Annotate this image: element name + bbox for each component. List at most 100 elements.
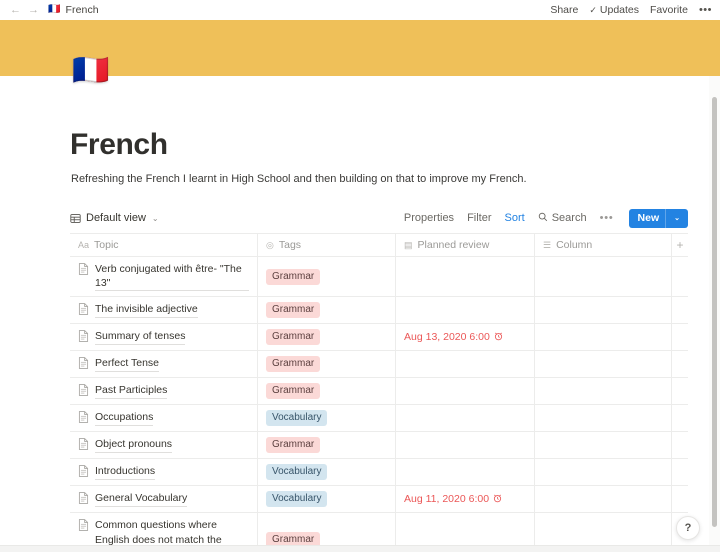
cell-tags[interactable]: Grammar [258,432,396,459]
table-row[interactable]: Perfect Tense Grammar [70,351,688,379]
cell-topic[interactable]: Summary of tenses [70,324,258,351]
breadcrumb[interactable]: French [65,4,98,16]
cell-column[interactable] [535,459,672,486]
cell-planned-review[interactable]: Aug 11, 2020 6:00 [396,486,535,513]
cell-topic[interactable]: Occupations [70,405,258,432]
page-title[interactable]: French [70,128,168,162]
new-button-label: New [637,212,660,224]
column-header-topic[interactable]: Aa Topic [70,234,258,256]
topic-title[interactable]: Summary of tenses [95,329,186,345]
new-button-chevron-icon[interactable]: ⌄ [672,214,685,222]
cell-column[interactable] [535,324,672,351]
vertical-scrollbar-thumb[interactable] [712,97,717,527]
topic-title[interactable]: Introductions [95,464,156,480]
table-body: Verb conjugated with être- "The 13" Gramm… [70,257,688,552]
cell-topic[interactable]: Introductions [70,459,258,486]
table-row[interactable]: Summary of tenses Grammar Aug 13, 2020 6:0… [70,324,688,352]
tag-badge[interactable]: Grammar [266,356,321,373]
tag-badge[interactable]: Vocabulary [266,464,328,481]
cell-planned-review[interactable] [396,459,535,486]
cell-planned-review[interactable] [396,432,535,459]
table-row[interactable]: The invisible adjective Grammar [70,297,688,325]
top-bar: ← → 🇫🇷 French Share ✓ Updates Favorite •… [0,0,720,20]
topic-title[interactable]: Verb conjugated with être- "The 13" [95,262,249,292]
tag-badge[interactable]: Vocabulary [266,410,328,427]
cell-tags[interactable]: Vocabulary [258,459,396,486]
cell-row-end [672,324,688,350]
grid-icon [70,213,81,224]
cell-column[interactable] [535,378,672,405]
cell-topic[interactable]: The invisible adjective [70,297,258,324]
table-row[interactable]: Introductions Vocabulary [70,459,688,487]
cell-topic[interactable]: Past Participles [70,378,258,405]
add-column-button[interactable]: + [672,234,688,256]
page-subtitle[interactable]: Refreshing the French I learnt in High S… [71,172,631,188]
cell-tags[interactable]: Grammar [258,324,396,351]
database-table: Aa Topic ◎ Tags ▤ Planned review ☰ Colum… [70,233,688,552]
cell-topic[interactable]: Verb conjugated with être- "The 13" [70,257,258,297]
table-row[interactable]: Verb conjugated with être- "The 13" Gramm… [70,257,688,298]
tag-badge[interactable]: Grammar [266,437,321,454]
help-button[interactable]: ? [676,516,700,540]
column-header-tags[interactable]: ◎ Tags [258,234,396,256]
cell-topic[interactable]: Object pronouns [70,432,258,459]
cell-planned-review[interactable] [396,257,535,297]
tag-badge[interactable]: Grammar [266,268,321,285]
favorite-button[interactable]: Favorite [650,4,688,16]
cell-tags[interactable]: Vocabulary [258,405,396,432]
updates-button[interactable]: ✓ Updates [589,4,639,16]
tag-badge[interactable]: Grammar [266,302,321,319]
table-row[interactable]: Occupations Vocabulary [70,405,688,433]
page-document-icon [78,519,89,534]
cell-tags[interactable]: Grammar [258,257,396,297]
tag-badge[interactable]: Vocabulary [266,491,328,508]
page-icon[interactable]: 🇫🇷 [72,56,109,86]
column-header-column[interactable]: ☰ Column [535,234,672,256]
cell-planned-review[interactable] [396,405,535,432]
cell-column[interactable] [535,297,672,324]
search-label: Search [551,212,587,224]
cell-column[interactable] [535,432,672,459]
tag-badge[interactable]: Grammar [266,329,321,346]
back-arrow-icon[interactable]: ← [10,4,21,16]
table-row[interactable]: Past Participles Grammar [70,378,688,406]
toolbar-more-icon[interactable]: ••• [600,212,614,224]
topic-title[interactable]: Occupations [95,410,154,426]
sort-button[interactable]: Sort [505,212,525,224]
planned-review-value[interactable]: Aug 13, 2020 6:00 [404,331,503,343]
topic-title[interactable]: Past Participles [95,383,168,399]
cell-column[interactable] [535,257,672,297]
properties-button[interactable]: Properties [404,212,454,224]
table-row[interactable]: General Vocabulary Vocabulary Aug 11, 2020… [70,486,688,514]
cell-planned-review[interactable] [396,297,535,324]
cell-planned-review[interactable] [396,378,535,405]
cell-column[interactable] [535,405,672,432]
cell-tags[interactable]: Grammar [258,351,396,378]
cell-topic[interactable]: General Vocabulary [70,486,258,513]
search-button[interactable]: Search [538,212,587,225]
column-header-planned-review[interactable]: ▤ Planned review [396,234,535,256]
topic-title[interactable]: General Vocabulary [95,491,188,507]
cell-column[interactable] [535,486,672,513]
filter-button[interactable]: Filter [467,212,491,224]
table-row[interactable]: Object pronouns Grammar [70,432,688,460]
cell-tags[interactable]: Vocabulary [258,486,396,513]
topic-title[interactable]: The invisible adjective [95,302,198,318]
share-button[interactable]: Share [550,4,578,16]
forward-arrow-icon[interactable]: → [28,4,39,16]
cell-topic[interactable]: Perfect Tense [70,351,258,378]
tag-type-icon: ◎ [266,239,274,250]
cell-planned-review[interactable] [396,351,535,378]
planned-review-value[interactable]: Aug 11, 2020 6:00 [404,493,502,505]
view-tab-default[interactable]: Default view ⌄ [70,212,159,224]
cell-tags[interactable]: Grammar [258,297,396,324]
cell-planned-review[interactable]: Aug 13, 2020 6:00 [396,324,535,351]
more-options-icon[interactable]: ••• [699,4,712,16]
cell-tags[interactable]: Grammar [258,378,396,405]
new-button[interactable]: New ⌄ [628,208,688,228]
topic-title[interactable]: Object pronouns [95,437,173,453]
tag-badge[interactable]: Grammar [266,383,321,400]
cell-row-end [672,405,688,431]
cell-column[interactable] [535,351,672,378]
topic-title[interactable]: Perfect Tense [95,356,160,372]
